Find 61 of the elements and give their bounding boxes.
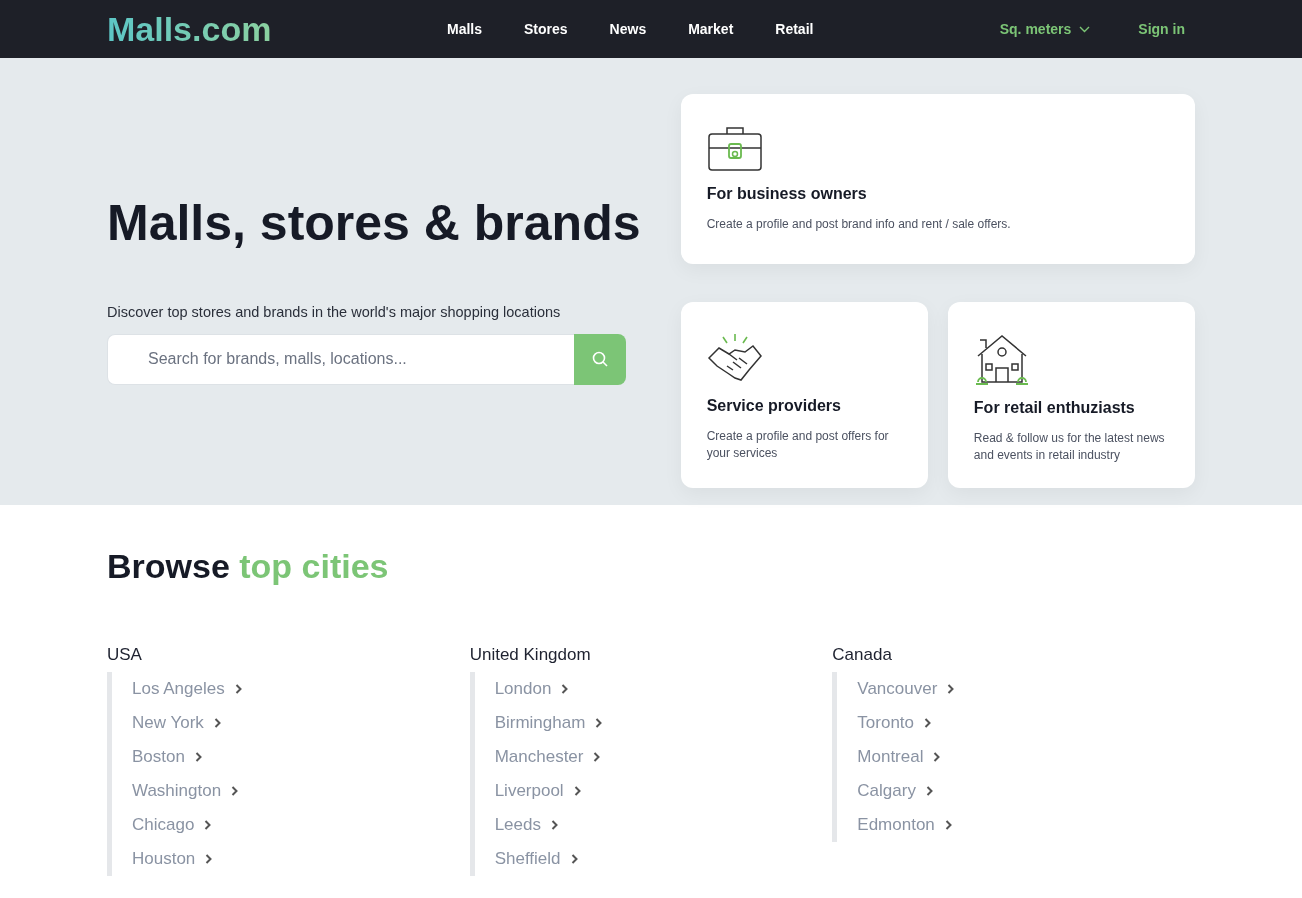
city-link[interactable]: Toronto <box>857 705 932 740</box>
chevron-right-icon <box>234 683 242 694</box>
city-link[interactable]: Montreal <box>857 739 941 774</box>
city-link[interactable]: Boston <box>132 739 202 774</box>
card-description: Read & follow us for the latest news and events in retail industry <box>973 429 1166 464</box>
card-title: For business owners <box>706 184 868 204</box>
chevron-right-icon <box>933 751 941 762</box>
chevron-right-icon <box>551 819 558 830</box>
city-link[interactable]: Calgary <box>857 773 933 808</box>
chevron-right-icon <box>595 717 603 728</box>
city-link[interactable]: Manchester <box>494 739 601 774</box>
hero-subtitle: Discover top stores and brands in the world's major shopping locations <box>107 303 562 322</box>
chevron-right-icon <box>570 853 578 864</box>
search-field[interactable]: Search for brands, malls, locations... <box>107 333 574 385</box>
chevron-right-icon <box>947 683 955 694</box>
info-card[interactable]: For retail enthuziasts Read & follow us for the latest news and events in retail industry <box>947 301 1195 488</box>
chevron-right-icon <box>573 785 581 796</box>
chevron-right-icon <box>213 717 221 728</box>
nav-link[interactable]: News <box>609 18 647 40</box>
chevron-right-icon <box>194 751 202 762</box>
city-link[interactable]: Birmingham <box>494 705 603 740</box>
info-card[interactable]: Service providers Create a profile and post offers for your services <box>680 301 928 488</box>
section-title: Browse top cities <box>107 546 390 587</box>
city-link[interactable]: Leeds <box>494 807 558 842</box>
units-dropdown[interactable]: Sq. meters <box>999 18 1091 40</box>
nav-link[interactable]: Malls <box>447 18 482 40</box>
chevron-right-icon <box>925 785 933 796</box>
city-link[interactable]: Washington <box>132 773 239 808</box>
chevron-right-icon <box>944 819 952 830</box>
chevron-right-icon <box>205 853 213 864</box>
info-card[interactable]: For business owners Create a profile and post brand info and rent / sale offers. <box>680 94 1195 264</box>
card-title: For retail enthuziasts <box>973 397 1136 418</box>
chevron-right-icon <box>561 683 569 694</box>
chevron-right-icon <box>204 819 212 830</box>
city-link[interactable]: Vancouver <box>857 671 955 706</box>
nav-link[interactable]: Market <box>688 18 734 40</box>
city-link[interactable]: Sheffield <box>494 841 578 876</box>
card-description: Create a profile and post brand info and rent / sale offers. <box>706 216 1012 233</box>
city-link[interactable]: London <box>494 671 569 706</box>
country-heading: United Kingdom <box>469 644 592 666</box>
country-heading: Canada <box>832 644 893 666</box>
card-description: Create a profile and post offers for your services <box>706 427 890 462</box>
city-link[interactable]: Chicago <box>132 807 212 842</box>
hero-title: Malls, stores & brands <box>107 198 642 248</box>
chevron-right-icon <box>231 785 239 796</box>
city-link[interactable]: Houston <box>132 841 213 876</box>
chevron-down-icon <box>1079 25 1091 33</box>
sign-in-link[interactable]: Sign in <box>1138 18 1185 40</box>
search-icon <box>592 351 608 368</box>
nav-link[interactable]: Retail <box>775 18 814 40</box>
city-link[interactable]: New York <box>132 705 221 740</box>
city-link[interactable]: Los Angeles <box>132 671 242 706</box>
chevron-right-icon <box>924 717 932 728</box>
search-button[interactable] <box>574 333 626 385</box>
briefcase-icon <box>706 124 763 174</box>
city-link[interactable]: Edmonton <box>857 807 952 842</box>
chevron-right-icon <box>593 751 601 762</box>
country-heading: USA <box>107 644 143 666</box>
city-link[interactable]: Liverpool <box>494 773 581 808</box>
card-title: Service providers <box>706 395 842 416</box>
nav-link[interactable]: Stores <box>524 18 568 40</box>
